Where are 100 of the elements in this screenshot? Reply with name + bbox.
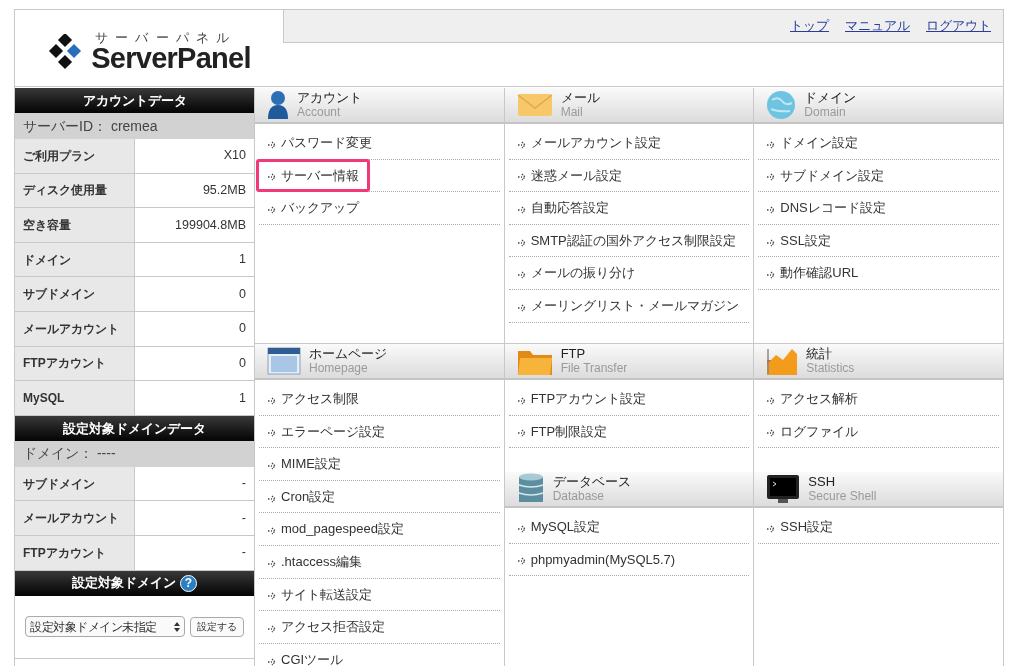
arrow-icon — [766, 523, 777, 533]
chart-icon — [766, 346, 799, 376]
menu-link[interactable]: ドメイン設定 — [758, 129, 867, 157]
category-subtitle: Mail — [560, 105, 584, 119]
envelope-icon — [516, 92, 553, 118]
label-cell: ディスク使用量 — [15, 173, 135, 208]
menu-link[interactable]: phpmyadmin(MySQL5.7) — [508, 545, 684, 574]
menu-link[interactable]: メールの振り分け — [508, 259, 643, 287]
menu-link[interactable]: SSL設定 — [758, 226, 839, 255]
arrow-icon — [267, 428, 277, 438]
menu-link[interactable]: 自動応答設定 — [508, 194, 617, 222]
label-cell: FTPアカウント — [15, 535, 135, 570]
value-cell-text: - — [240, 509, 247, 527]
arrow-icon — [766, 270, 777, 280]
label-cell: メールアカウント — [15, 501, 135, 535]
value-cell-text: - — [240, 544, 247, 562]
menu-link[interactable]: メーリングリスト・メールマガジン — [508, 292, 747, 320]
category-subtitle: File Transfer — [560, 361, 628, 375]
sidebar-header-title: 設定対象ドメインデータ — [63, 419, 206, 438]
arrow-icon — [766, 172, 777, 182]
menu-link[interactable]: アクセス解析 — [758, 385, 867, 413]
menu-link[interactable]: SMTP認証の国外アクセス制限設定 — [508, 226, 744, 255]
menu-link[interactable]: ログファイル — [758, 417, 867, 446]
category-title: データベース — [552, 475, 631, 489]
category-title: ドメイン — [804, 91, 857, 105]
set-button[interactable]: 設定する — [190, 616, 244, 637]
domain-select[interactable]: 設定対象ドメイン未指定 — [25, 616, 185, 638]
nav-link[interactable]: マニュアル — [845, 16, 910, 36]
menu-link[interactable]: Cron設定 — [259, 482, 344, 511]
menu-link[interactable]: サイト転送設定 — [259, 580, 380, 609]
arrow-icon — [516, 237, 527, 247]
menu-link[interactable]: バックアップ — [259, 194, 367, 222]
select-arrows-icon — [174, 621, 180, 632]
category-subtitle: Statistics — [806, 361, 855, 375]
value-cell-text: 0 — [238, 320, 247, 338]
menu-link[interactable]: CGIツール — [259, 645, 352, 666]
menu-link[interactable]: エラーページ設定 — [259, 417, 393, 446]
arrow-icon — [766, 139, 777, 149]
label-cell: FTPアカウント — [15, 346, 135, 381]
category-subtitle: Domain — [804, 105, 847, 119]
label-cell: メールアカウント — [15, 311, 135, 346]
menu-link[interactable]: パスワード変更 — [259, 129, 380, 157]
category-title: SSH — [808, 475, 837, 489]
menu-link[interactable]: 動作確認URL — [758, 259, 867, 287]
person-icon — [267, 90, 289, 120]
value-cell-text: 0 — [238, 285, 247, 303]
menu-link[interactable]: サブドメイン設定 — [758, 161, 893, 190]
nav-link[interactable]: トップ — [790, 16, 829, 36]
globe-icon — [766, 90, 797, 120]
info-row: ドメイン： ---- — [15, 440, 254, 467]
menu-link[interactable]: .htaccess編集 — [259, 548, 370, 576]
category-title: ホームページ — [309, 347, 387, 361]
category-subtitle: Secure Shell — [808, 489, 877, 503]
logo-kana: サーバーパネル — [95, 31, 238, 44]
menu-link[interactable]: アクセス拒否設定 — [259, 613, 393, 641]
menu-link[interactable]: SSH設定 — [758, 513, 842, 541]
menu-link[interactable]: メールアカウント設定 — [508, 129, 669, 157]
label-cell: MySQL — [15, 381, 135, 415]
menu-link[interactable]: MySQL設定 — [508, 513, 608, 541]
arrow-icon — [516, 270, 527, 280]
category-subtitle: Account — [297, 105, 342, 119]
label-cell: ご利用プラン — [15, 139, 135, 173]
value-cell-text: X10 — [222, 147, 247, 165]
arrow-icon — [516, 395, 527, 405]
arrow-icon — [267, 205, 277, 214]
arrow-icon — [267, 493, 277, 503]
category-title: 統計 — [806, 347, 834, 361]
value-cell-text: 1 — [238, 251, 247, 269]
menu-link[interactable]: アクセス制限 — [259, 385, 367, 413]
nav-link[interactable]: ログアウト — [926, 16, 991, 36]
arrow-icon — [516, 556, 527, 566]
category-subtitle: Homepage — [309, 361, 369, 375]
menu-link[interactable]: MIME設定 — [259, 450, 349, 478]
monitor-icon — [766, 474, 801, 504]
menu-link[interactable]: FTP制限設定 — [508, 417, 616, 446]
value-cell-text: - — [240, 475, 247, 493]
arrow-icon — [267, 526, 277, 536]
browser-window-icon — [267, 346, 301, 376]
arrow-icon — [516, 172, 527, 182]
menu-link[interactable]: DNSレコード設定 — [758, 194, 894, 222]
help-icon[interactable]: ? — [180, 574, 197, 592]
arrow-icon — [766, 395, 777, 405]
arrow-icon — [766, 428, 777, 438]
arrow-icon — [516, 302, 527, 312]
label-cell: サブドメイン — [15, 277, 135, 311]
menu-link[interactable]: サーバー情報 — [256, 158, 370, 193]
arrow-icon — [267, 172, 277, 182]
arrow-icon — [267, 623, 277, 633]
arrow-icon — [766, 237, 777, 247]
category-title: アカウント — [297, 91, 362, 105]
menu-link[interactable]: FTPアカウント設定 — [508, 385, 655, 413]
label-cell: ドメイン — [15, 242, 135, 277]
logo-text: ServerPanel — [91, 44, 251, 73]
database-icon — [516, 473, 545, 505]
arrow-icon — [267, 656, 277, 666]
value-cell-text: 1 — [238, 389, 247, 407]
menu-link[interactable]: 迷惑メール設定 — [508, 161, 630, 190]
menu-link[interactable]: mod_pagespeed設定 — [259, 515, 412, 543]
arrow-icon — [766, 205, 777, 214]
arrow-icon — [267, 139, 277, 149]
